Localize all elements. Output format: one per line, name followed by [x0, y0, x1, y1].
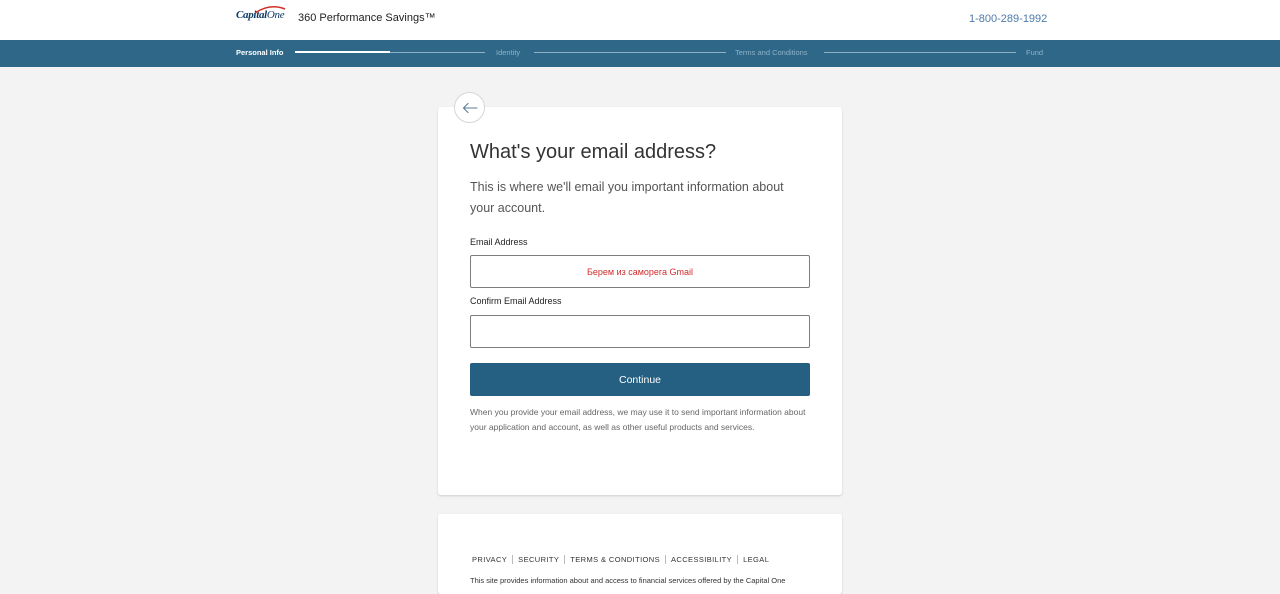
- step-connector-3: [824, 52, 1016, 53]
- email-label: Email Address: [470, 237, 528, 247]
- footer-link-terms[interactable]: TERMS & CONDITIONS: [570, 555, 660, 564]
- footer-link-privacy[interactable]: PRIVACY: [472, 555, 507, 564]
- email-form-card: What's your email address? This is where…: [438, 107, 842, 495]
- step-progress-fill: [295, 51, 390, 53]
- footer-disclaimer: This site provides information about and…: [470, 576, 786, 585]
- continue-button[interactable]: Continue: [470, 363, 810, 396]
- footer-links: PRIVACY SECURITY TERMS & CONDITIONS ACCE…: [472, 555, 769, 564]
- step-personal-info: Personal Info: [236, 48, 284, 57]
- email-usage-note: When you provide your email address, we …: [470, 407, 806, 432]
- product-title: 360 Performance Savings™: [298, 12, 436, 24]
- footer-divider: [512, 555, 514, 564]
- step-fund: Fund: [1026, 48, 1044, 57]
- confirm-email-label: Confirm Email Address: [470, 296, 562, 306]
- progress-bar: Personal Info Identity Terms and Conditi…: [0, 40, 1280, 67]
- footer-divider: [564, 555, 566, 564]
- step-terms: Terms and Conditions: [735, 48, 808, 57]
- arrow-left-icon: [462, 102, 478, 113]
- footer-divider: [665, 555, 667, 564]
- page-title: What's your email address?: [470, 141, 717, 163]
- page-subtitle: This is where we'll email you important …: [470, 180, 784, 215]
- footer-card: PRIVACY SECURITY TERMS & CONDITIONS ACCE…: [438, 514, 842, 594]
- step-connector-2: [534, 52, 726, 53]
- back-button[interactable]: [454, 92, 485, 123]
- step-identity: Identity: [496, 48, 521, 57]
- top-header: CapitalOne 360 Performance Savings™ 1-80…: [0, 0, 1280, 40]
- footer-link-accessibility[interactable]: ACCESSIBILITY: [671, 555, 732, 564]
- confirm-email-field[interactable]: [470, 315, 810, 348]
- footer-link-legal[interactable]: LEGAL: [743, 555, 769, 564]
- email-field[interactable]: [470, 255, 810, 288]
- phone-number[interactable]: 1-800-289-1992: [969, 13, 1047, 25]
- capital-one-logo[interactable]: CapitalOne: [236, 5, 286, 29]
- footer-divider: [737, 555, 739, 564]
- swoosh-icon: [254, 5, 286, 14]
- footer-link-security[interactable]: SECURITY: [518, 555, 559, 564]
